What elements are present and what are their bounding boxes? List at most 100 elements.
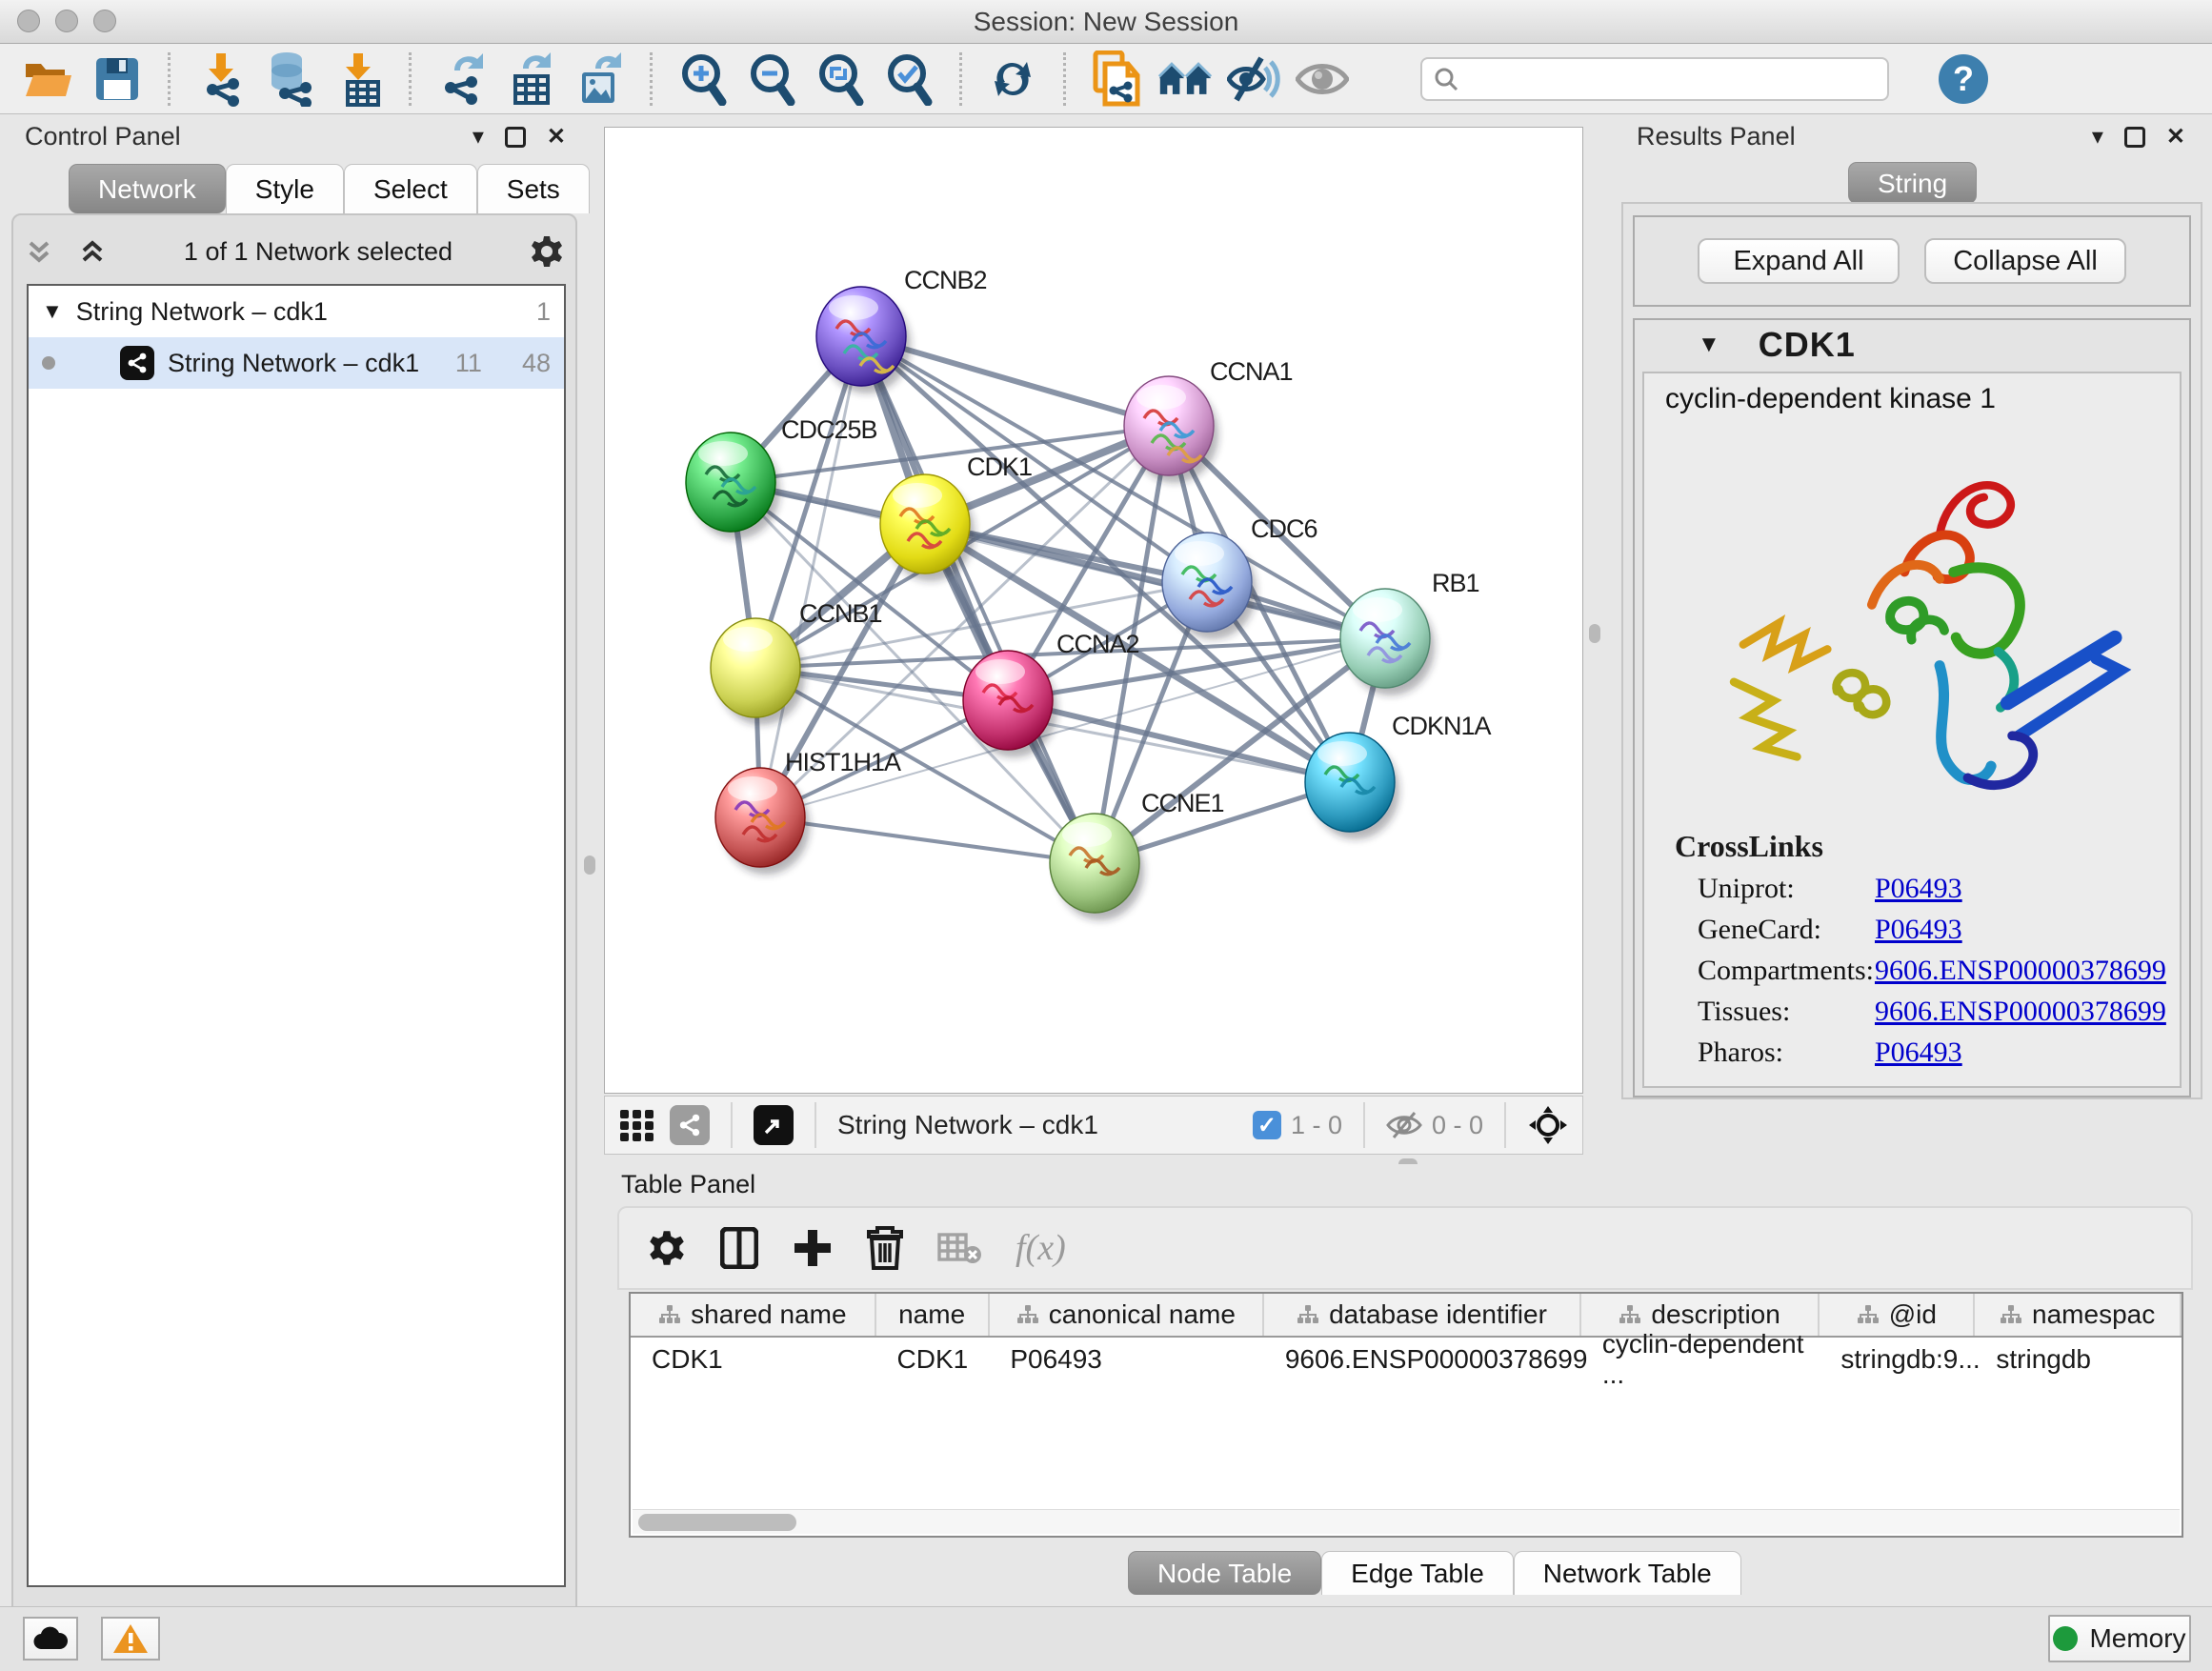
show-grid-icon[interactable] — [618, 1106, 656, 1144]
open-view-in-window-icon[interactable] — [754, 1105, 794, 1145]
tab-node-table[interactable]: Node Table — [1128, 1551, 1321, 1595]
tab-network-table[interactable]: Network Table — [1514, 1551, 1741, 1595]
network-node-CCNB2[interactable]: CCNB2 — [816, 266, 987, 393]
network-row[interactable]: String Network – cdk1 11 48 — [29, 337, 564, 389]
network-collection-row[interactable]: ▼ String Network – cdk1 1 — [29, 286, 564, 337]
close-window-button[interactable] — [17, 10, 40, 32]
table-horizontal-scrollbar[interactable] — [633, 1509, 2180, 1534]
crosslink-link[interactable]: 9606.ENSP00000378699 — [1875, 996, 2166, 1028]
expand-all-button[interactable]: Expand All — [1698, 238, 1900, 284]
memory-button[interactable]: Memory — [2048, 1615, 2191, 1662]
save-session-icon[interactable] — [90, 51, 145, 107]
warnings-button[interactable] — [101, 1617, 160, 1661]
table-cell[interactable]: stringdb — [1975, 1338, 2182, 1381]
collapse-all-button[interactable]: Collapse All — [1924, 238, 2126, 284]
expand-collapse-box: Expand All Collapse All — [1633, 215, 2191, 307]
table-cell[interactable]: 9606.ENSP00000378699 — [1264, 1338, 1581, 1381]
splitter-handle[interactable] — [584, 856, 595, 875]
crosslink-link[interactable]: P06493 — [1875, 1037, 1962, 1069]
column-header-namespac[interactable]: namespac — [1975, 1294, 2182, 1336]
zoom-out-icon[interactable] — [744, 51, 799, 107]
import-table-icon[interactable] — [331, 51, 386, 107]
import-network-from-database-icon[interactable] — [262, 51, 317, 107]
show-eye-icon[interactable] — [1295, 51, 1350, 107]
network-node-CCNE1[interactable]: CCNE1 — [1050, 789, 1224, 920]
table-row[interactable]: CDK1CDK1P064939606.ENSP00000378699cyclin… — [631, 1338, 2182, 1381]
export-table-icon[interactable] — [503, 51, 558, 107]
network-edge[interactable] — [760, 817, 1095, 863]
table-cell[interactable]: stringdb:9... — [1820, 1338, 1975, 1381]
selected-nodes-checkbox[interactable]: ✓ — [1253, 1111, 1281, 1139]
crosslink-link[interactable]: P06493 — [1875, 873, 1962, 905]
column-header-shared-name[interactable]: shared name — [631, 1294, 876, 1336]
network-edge[interactable] — [760, 336, 861, 817]
open-session-icon[interactable] — [21, 51, 76, 107]
collapse-all-chevron-icon[interactable] — [25, 237, 53, 266]
cloud-status-button[interactable] — [23, 1617, 78, 1661]
float-panel-icon[interactable] — [2124, 127, 2145, 148]
network-edge[interactable] — [861, 336, 1095, 863]
close-panel-icon[interactable]: ✕ — [547, 126, 566, 149]
search-box[interactable] — [1420, 57, 1889, 101]
zoom-fit-icon[interactable] — [813, 51, 868, 107]
expand-all-chevron-icon[interactable] — [78, 237, 107, 266]
network-node-HIST1H1A[interactable]: HIST1H1A — [715, 748, 901, 875]
network-share-view-icon[interactable] — [670, 1105, 710, 1145]
network-node-CDKN1A[interactable]: CDKN1A — [1305, 712, 1492, 839]
add-column-icon[interactable] — [793, 1228, 833, 1268]
search-input[interactable] — [1468, 64, 1868, 93]
tab-edge-table[interactable]: Edge Table — [1321, 1551, 1514, 1595]
maximize-window-button[interactable] — [93, 10, 116, 32]
section-collapse-arrow-icon[interactable]: ▼ — [1698, 332, 1720, 358]
table-cell[interactable]: CDK1 — [631, 1338, 876, 1381]
network-node-CDK1[interactable]: CDK1 — [880, 453, 1032, 581]
cloud-icon — [33, 1626, 68, 1651]
clone-network-icon[interactable] — [1089, 51, 1144, 107]
tab-string[interactable]: String — [1848, 162, 1977, 204]
column-header-canonical-name[interactable]: canonical name — [990, 1294, 1265, 1336]
network-view-canvas[interactable]: CCNB2CCNA1CDC25BCDK1CDC6RB1CCNB1CCNA2CDK… — [604, 127, 1583, 1094]
float-panel-icon[interactable] — [505, 127, 526, 148]
gear-icon[interactable] — [648, 1229, 686, 1267]
help-button[interactable]: ? — [1939, 54, 1988, 104]
gear-icon[interactable] — [530, 234, 564, 269]
crosslink-link[interactable]: P06493 — [1875, 914, 1962, 946]
tab-select[interactable]: Select — [344, 164, 477, 213]
hide-glass-eye-icon[interactable] — [1226, 51, 1281, 107]
node-label: CCNA2 — [1056, 630, 1139, 658]
tab-sets[interactable]: Sets — [477, 164, 590, 213]
window-controls[interactable] — [17, 10, 116, 32]
panel-menu-icon[interactable]: ▾ — [2092, 126, 2103, 149]
import-network-icon[interactable] — [193, 51, 249, 107]
export-network-icon[interactable] — [434, 51, 490, 107]
table-cell[interactable]: P06493 — [989, 1338, 1263, 1381]
string-home-icon[interactable] — [1157, 51, 1213, 107]
network-node-RB1[interactable]: RB1 — [1340, 569, 1479, 695]
close-panel-icon[interactable]: ✕ — [2166, 126, 2185, 149]
tab-style[interactable]: Style — [226, 164, 344, 213]
scrollbar-thumb[interactable] — [638, 1514, 796, 1531]
delete-table-icon[interactable] — [937, 1231, 981, 1265]
birds-eye-view-icon[interactable] — [1527, 1104, 1569, 1146]
apply-layout-icon[interactable] — [985, 51, 1040, 107]
delete-column-icon[interactable] — [867, 1226, 903, 1270]
crosslink-link[interactable]: 9606.ENSP00000378699 — [1875, 955, 2166, 987]
export-image-icon[interactable] — [572, 51, 627, 107]
zoom-in-icon[interactable] — [675, 51, 731, 107]
zoom-selected-icon[interactable] — [881, 51, 936, 107]
panel-menu-icon[interactable]: ▾ — [473, 126, 484, 149]
table-cell[interactable]: CDK1 — [876, 1338, 990, 1381]
collection-expand-arrow-icon[interactable]: ▼ — [42, 299, 63, 324]
column-header-database-identifier[interactable]: database identifier — [1264, 1294, 1581, 1336]
function-builder-icon[interactable]: f(x) — [1016, 1227, 1066, 1269]
network-node-CDC6[interactable]: CDC6 — [1162, 514, 1317, 639]
column-header-name[interactable]: name — [876, 1294, 990, 1336]
column-header-@id[interactable]: @id — [1820, 1294, 1975, 1336]
select-columns-icon[interactable] — [720, 1227, 758, 1269]
table-cell[interactable]: cyclin-dependent ... — [1581, 1338, 1820, 1381]
minimize-window-button[interactable] — [55, 10, 78, 32]
splitter-handle[interactable] — [1589, 624, 1600, 643]
network-node-CCNA1[interactable]: CCNA1 — [1124, 357, 1293, 483]
tab-network[interactable]: Network — [69, 164, 226, 213]
hidden-elements-icon[interactable] — [1386, 1111, 1422, 1139]
